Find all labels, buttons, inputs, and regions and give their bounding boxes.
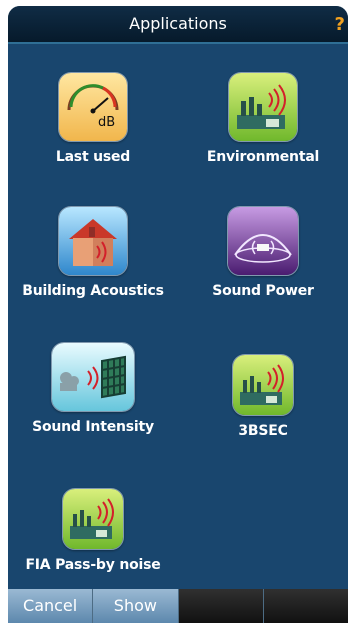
app-3bsec[interactable]: 3BSEC <box>178 354 348 439</box>
cancel-button[interactable]: Cancel <box>8 589 94 623</box>
page-title: Applications <box>129 14 227 33</box>
app-label: Last used <box>55 149 131 165</box>
factory-icon <box>62 488 124 550</box>
app-fia-pass-by-noise[interactable]: FIA Pass-by noise <box>8 488 178 573</box>
app-label: FIA Pass-by noise <box>25 557 161 573</box>
app-label: Sound Intensity <box>32 419 154 435</box>
factory-icon <box>232 354 294 416</box>
house-icon <box>58 206 128 276</box>
intensity-icon <box>51 342 135 412</box>
app-window: Applications ? dB Last used Environmenta… <box>8 6 348 623</box>
app-label: 3BSEC <box>238 423 288 439</box>
app-building-acoustics[interactable]: Building Acoustics <box>8 206 178 299</box>
app-sound-intensity[interactable]: Sound Intensity <box>8 342 178 435</box>
applications-grid: dB Last used Environmental Building Acou… <box>8 48 348 583</box>
app-label: Building Acoustics <box>22 283 164 299</box>
title-bar: Applications ? <box>8 6 348 44</box>
help-icon[interactable]: ? <box>335 14 345 35</box>
gauge-icon: dB <box>58 72 128 142</box>
app-sound-power[interactable]: Sound Power <box>178 206 348 299</box>
app-label: Environmental <box>206 149 320 165</box>
app-label: Sound Power <box>212 283 314 299</box>
empty-softkey[interactable] <box>263 589 348 623</box>
svg-text:dB: dB <box>98 115 115 130</box>
softkey-bar: Cancel Show <box>8 589 348 623</box>
show-button[interactable]: Show <box>93 589 179 623</box>
dome-icon <box>227 206 299 276</box>
app-environmental[interactable]: Environmental <box>178 72 348 165</box>
empty-softkey[interactable] <box>178 589 264 623</box>
factory-icon <box>228 72 298 142</box>
app-last-used[interactable]: dB Last used <box>8 72 178 165</box>
